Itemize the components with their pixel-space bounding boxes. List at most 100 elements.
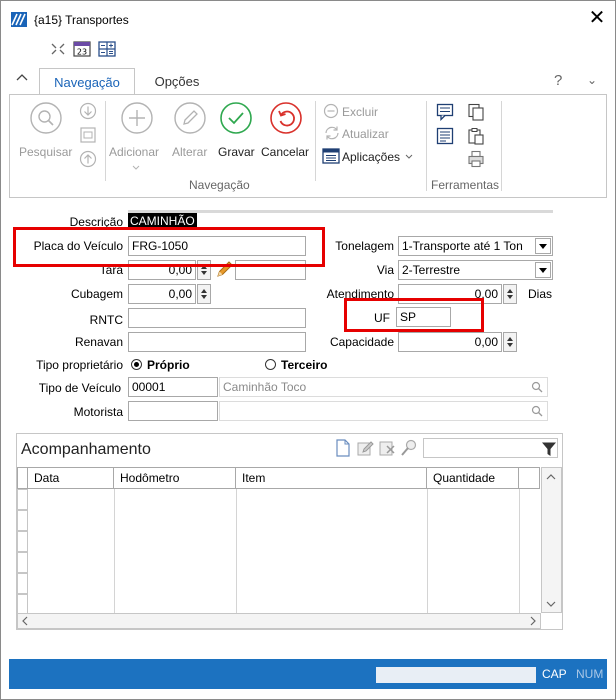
vertical-scrollbar[interactable] (541, 467, 562, 613)
scroll-left-icon[interactable] (19, 615, 31, 627)
copy-icon[interactable] (467, 103, 485, 121)
grid-column-line (114, 489, 115, 613)
excluir-button[interactable]: Excluir (342, 105, 378, 119)
search-record-icon[interactable] (400, 438, 418, 458)
row-selector[interactable] (17, 510, 28, 531)
scroll-down-icon[interactable] (545, 598, 557, 610)
tipo-veiculo-description-field: Caminhão Toco (219, 377, 548, 397)
chevron-down-icon[interactable] (405, 154, 413, 160)
via-dropdown-icon[interactable] (535, 262, 551, 278)
dropdown-arrow-icon[interactable] (132, 165, 140, 171)
arrow-down-circle-icon[interactable] (79, 102, 97, 120)
tonelagem-select[interactable]: 1-Transporte até 1 Ton (398, 236, 553, 256)
renavan-label: Renavan (74, 335, 123, 349)
print-icon[interactable] (467, 150, 485, 168)
column-header-item[interactable]: Item (236, 467, 427, 489)
record-icon[interactable] (79, 126, 97, 144)
ribbon-separator (105, 101, 106, 181)
grid-filter-input[interactable] (423, 438, 558, 458)
delete-minus-icon[interactable] (323, 103, 339, 119)
row-selector[interactable] (17, 573, 28, 594)
tipo-veiculo-label: Tipo de Veículo (38, 381, 121, 395)
placa-highlight-box (13, 227, 325, 267)
proprio-radio[interactable] (131, 359, 142, 370)
renavan-field[interactable] (128, 332, 306, 352)
tab-opcoes[interactable]: Opções (145, 68, 209, 95)
refresh-icon[interactable] (323, 125, 341, 141)
arrow-up-circle-icon[interactable] (79, 150, 97, 168)
cancelar-button[interactable]: Cancelar (261, 145, 309, 159)
row-selector[interactable] (17, 531, 28, 552)
grid-column-line (427, 489, 428, 613)
terceiro-radio-label[interactable]: Terceiro (281, 358, 327, 372)
scroll-right-icon[interactable] (527, 615, 539, 627)
search-icon[interactable] (29, 101, 63, 135)
aplicacoes-button[interactable]: Aplicações (342, 150, 400, 164)
rntc-field[interactable] (128, 308, 306, 328)
row-selector[interactable] (17, 594, 28, 615)
uf-highlight-box (344, 298, 484, 332)
comment-icon[interactable] (436, 103, 454, 121)
save-check-icon[interactable] (219, 101, 253, 135)
column-header-hodometro[interactable]: Hodômetro (114, 467, 236, 489)
delete-record-icon[interactable] (378, 438, 396, 458)
cubagem-label: Cubagem (70, 287, 123, 301)
pesquisar-button[interactable]: Pesquisar (19, 145, 72, 159)
ribbon-separator (426, 101, 427, 191)
title-bar: {a15} Transportes ✕ (1, 1, 615, 37)
tonelagem-dropdown-icon[interactable] (535, 238, 551, 254)
grid-title: Acompanhamento (21, 441, 151, 458)
caps-lock-indicator: CAP (542, 667, 567, 681)
column-header-quantidade[interactable]: Quantidade (427, 467, 519, 489)
report-icon[interactable] (436, 127, 454, 145)
app-icon (11, 12, 27, 27)
proprio-radio-label[interactable]: Próprio (147, 358, 190, 372)
gravar-button[interactable]: Gravar (218, 145, 255, 159)
edit-pencil-icon[interactable] (173, 101, 207, 135)
horizontal-scrollbar[interactable] (17, 613, 541, 629)
via-select[interactable]: 2-Terrestre (398, 260, 553, 280)
adicionar-button[interactable]: Adicionar (109, 145, 159, 159)
tipo-veiculo-code-field[interactable]: 00001 (128, 377, 218, 397)
capacidade-label: Capacidade (329, 335, 394, 349)
navegacao-group-label: Navegação (189, 178, 250, 192)
transportes-window: {a15} Transportes ✕ 23 Navegação Opções … (0, 0, 616, 700)
calendar-icon[interactable]: 23 (73, 41, 91, 57)
minimize-ribbon-icon[interactable] (15, 70, 29, 84)
close-icon[interactable]: ✕ (587, 7, 607, 29)
grid-column-line (236, 489, 237, 613)
tab-navegacao[interactable]: Navegação (39, 68, 135, 95)
scroll-up-icon[interactable] (545, 471, 557, 483)
calendar-day: 23 (77, 48, 87, 57)
grid-column-line (519, 489, 520, 613)
cancel-undo-icon[interactable] (269, 101, 303, 135)
atendimento-stepper[interactable] (503, 284, 517, 304)
atendimento-unit: Dias (528, 287, 553, 301)
new-record-icon[interactable] (334, 438, 352, 458)
ribbon-separator (501, 101, 502, 191)
capacidade-stepper[interactable] (503, 332, 517, 352)
applications-icon[interactable] (322, 148, 340, 164)
paste-icon[interactable] (467, 127, 485, 145)
expand-icon[interactable] (49, 41, 67, 57)
edit-record-icon[interactable] (356, 438, 374, 458)
help-icon[interactable]: ? (554, 72, 562, 89)
add-icon[interactable] (120, 101, 154, 135)
terceiro-radio[interactable] (265, 359, 276, 370)
cubagem-stepper[interactable] (197, 284, 211, 304)
cubagem-field[interactable]: 0,00 (128, 284, 196, 304)
atualizar-button[interactable]: Atualizar (342, 127, 389, 141)
column-header-data[interactable]: Data (28, 467, 114, 489)
search-icon[interactable] (531, 381, 543, 393)
via-label: Via (376, 263, 394, 277)
motorista-code-field[interactable] (128, 401, 218, 421)
row-selector[interactable] (17, 552, 28, 573)
row-selector[interactable] (17, 489, 28, 510)
filter-icon[interactable] (541, 441, 557, 457)
calculator-icon[interactable] (98, 41, 116, 57)
capacidade-field[interactable]: 0,00 (398, 332, 502, 352)
chevron-down-icon[interactable]: ⌄ (587, 73, 597, 87)
search-icon[interactable] (531, 405, 543, 417)
motorista-description-field (219, 401, 548, 421)
alterar-button[interactable]: Alterar (172, 145, 207, 159)
